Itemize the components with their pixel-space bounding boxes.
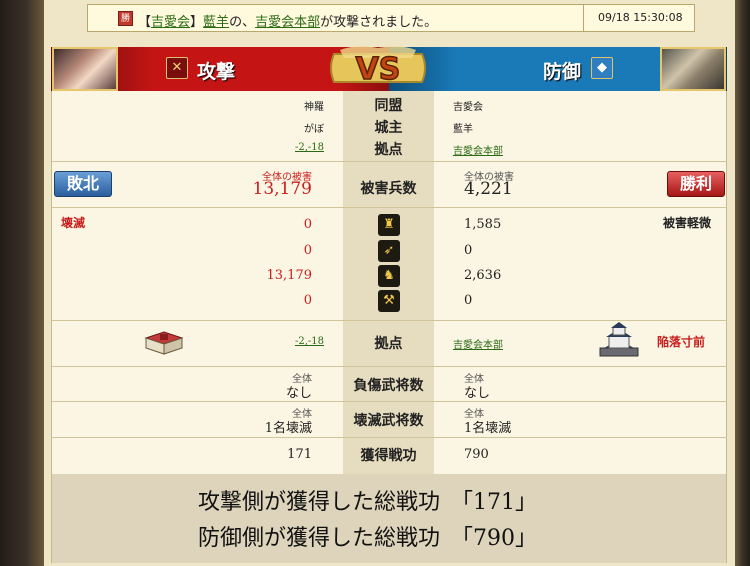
attacker-lord: がぼ	[304, 124, 324, 135]
row-divider	[51, 366, 727, 367]
attacker-bow-losses: 0	[303, 243, 312, 258]
horse-icon: ♞	[378, 265, 400, 287]
defender-base-link[interactable]: 吉愛会本部	[453, 142, 503, 157]
attacker-status: 壊滅	[61, 216, 86, 230]
vs-emblem: VS	[330, 46, 426, 88]
defender-destroyed: 1名壊滅	[464, 421, 512, 436]
merit-summary: 攻撃側が獲得した総戦功 「171」 防御側が獲得した総戦功 「790」	[52, 474, 726, 563]
attacker-base-link[interactable]: -2,-18	[240, 142, 324, 153]
notice-divider	[583, 5, 584, 31]
row-divider	[51, 161, 727, 162]
shield-icon: ◆	[591, 57, 613, 79]
fort-icon	[144, 331, 184, 355]
attack-notice: 勝 【吉愛会】藍羊の、吉愛会本部が攻撃されました。 09/18 15:30:08	[87, 4, 695, 32]
base-label: 拠点	[374, 142, 403, 158]
attacker-spear-losses: 0	[303, 217, 312, 232]
crossed-swords-icon: ✕	[166, 57, 188, 79]
attack-label: 攻撃	[197, 61, 236, 83]
notice-timestamp: 09/18 15:30:08	[598, 11, 683, 24]
row-divider	[51, 207, 727, 208]
left-frame	[0, 0, 44, 566]
row-divider	[51, 401, 727, 402]
row-divider	[51, 437, 727, 438]
defender-injured: なし	[464, 386, 491, 401]
vs-text: VS	[356, 52, 401, 87]
defender-base-status: 陥落寸前	[657, 335, 706, 349]
defender-alliance: 吉愛会	[453, 102, 483, 113]
alliance-label: 同盟	[374, 98, 403, 114]
attacker-damage-total: 13,179	[252, 179, 312, 199]
lord-label: 城主	[374, 120, 403, 136]
defense-merit-summary: 防御側が獲得した総戦功 「790」	[198, 526, 537, 551]
attacker-horse-losses: 13,179	[266, 268, 313, 283]
spear-icon: ♜	[378, 214, 400, 236]
win-badge-icon: 勝	[118, 11, 133, 26]
right-frame	[735, 0, 750, 566]
defender-siege-losses: 0	[464, 293, 473, 308]
defense-label: 防御	[543, 61, 582, 83]
damage-label: 被害兵数	[360, 181, 417, 197]
defender-bow-losses: 0	[464, 243, 473, 258]
attacker-siege-losses: 0	[303, 293, 312, 308]
defender-base-name-link[interactable]: 吉愛会本部	[453, 336, 503, 351]
destroyed-generals-label: 壊滅武将数	[353, 413, 424, 429]
victory-badge: 勝利	[667, 171, 725, 197]
attacker-destroyed: 1名壊滅	[264, 421, 312, 436]
defender-avatar[interactable]	[660, 47, 726, 91]
castle-icon	[599, 322, 639, 357]
notice-alliance-link[interactable]: 吉愛会	[151, 15, 190, 30]
defender-status: 被害軽微	[663, 216, 712, 230]
notice-message: 【吉愛会】藍羊の、吉愛会本部が攻撃されました。	[138, 15, 438, 30]
attacker-injured: なし	[285, 386, 312, 401]
notice-base-link[interactable]: 吉愛会本部	[255, 15, 320, 30]
injured-generals-label: 負傷武将数	[353, 378, 424, 394]
attacker-avatar[interactable]	[52, 47, 118, 91]
defeat-badge: 敗北	[54, 171, 112, 197]
defender-damage-total: 4,221	[464, 179, 513, 199]
attacker-merit: 171	[287, 447, 312, 462]
defender-horse-losses: 2,636	[464, 268, 502, 283]
siege-icon: ⚒	[378, 290, 400, 312]
attacker-base-coords-link[interactable]: -2,-18	[240, 336, 324, 347]
bow-icon: ➶	[378, 240, 400, 262]
notice-lord-link[interactable]: 藍羊	[203, 15, 229, 30]
defender-merit: 790	[464, 447, 489, 462]
defender-spear-losses: 1,585	[464, 217, 502, 232]
merit-label: 獲得戦功	[360, 448, 417, 464]
defender-lord: 藍羊	[453, 124, 473, 135]
base-row-label: 拠点	[374, 336, 403, 352]
attack-merit-summary: 攻撃側が獲得した総戦功 「171」	[198, 490, 537, 515]
attacker-alliance: 神羅	[304, 102, 324, 113]
